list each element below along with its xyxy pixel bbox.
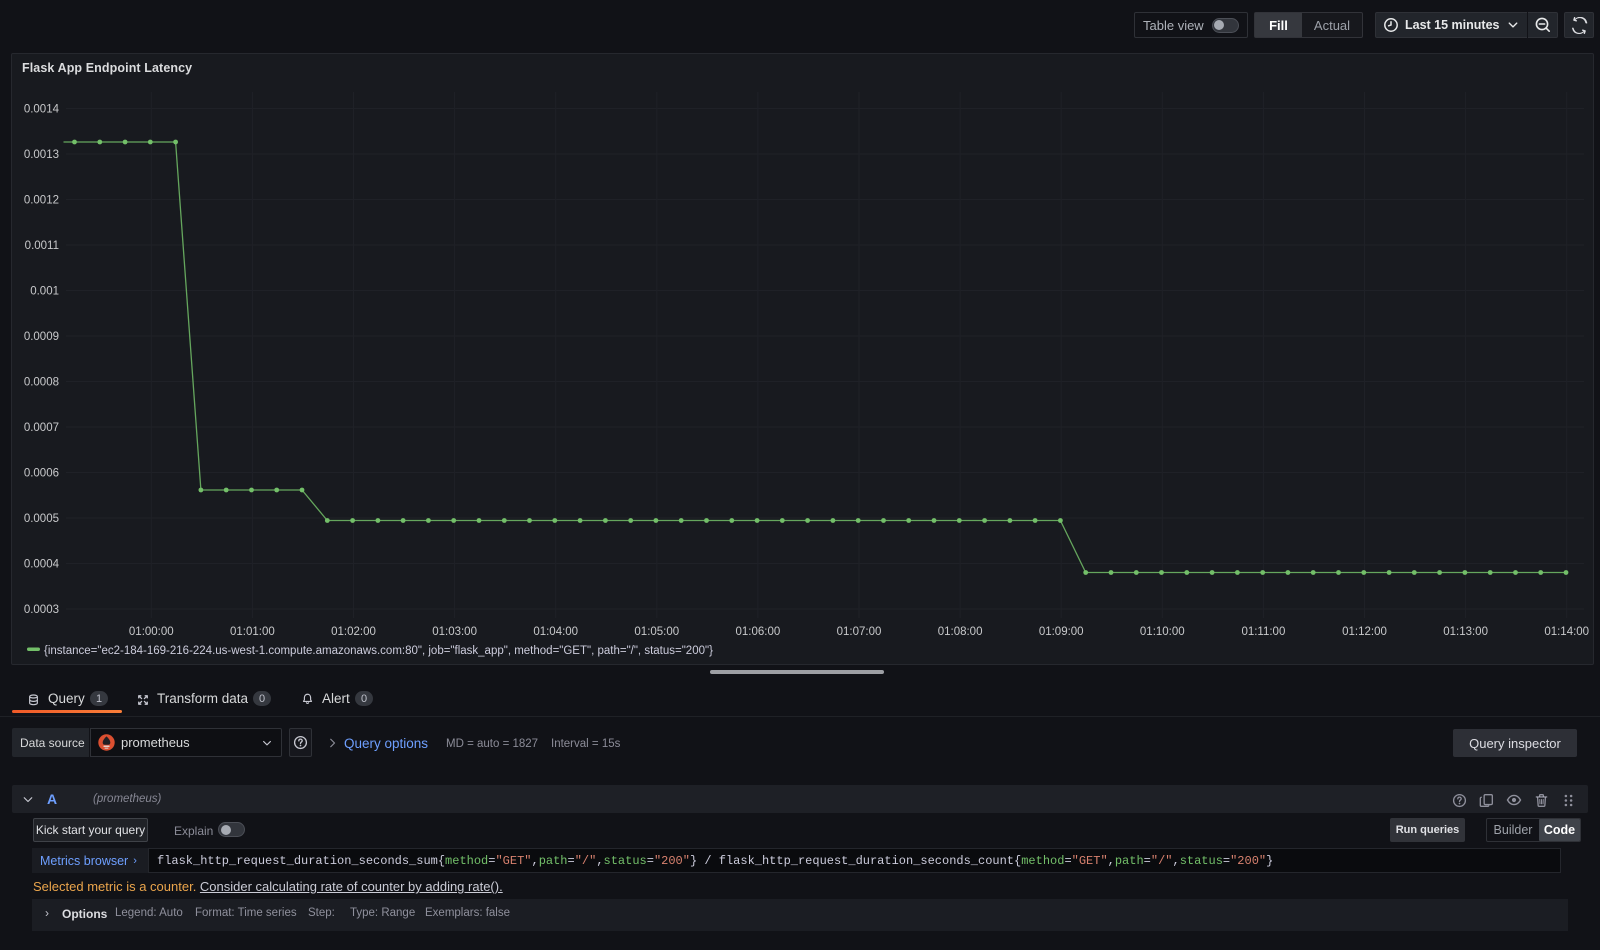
svg-text:01:05:00: 01:05:00 [634, 626, 679, 638]
svg-text:{instance="ec2-184-169-216-224: {instance="ec2-184-169-216-224.us-west-1… [44, 645, 713, 657]
svg-text:01:07:00: 01:07:00 [837, 626, 882, 638]
svg-text:0.0006: 0.0006 [24, 467, 59, 479]
svg-text:0.0004: 0.0004 [24, 558, 60, 570]
svg-text:01:13:00: 01:13:00 [1443, 626, 1488, 638]
svg-text:01:03:00: 01:03:00 [432, 626, 477, 638]
svg-text:0.0005: 0.0005 [24, 513, 59, 525]
svg-text:01:14:00: 01:14:00 [1544, 626, 1589, 638]
svg-text:01:02:00: 01:02:00 [331, 626, 376, 638]
svg-text:01:10:00: 01:10:00 [1140, 626, 1185, 638]
svg-text:01:08:00: 01:08:00 [938, 626, 983, 638]
svg-text:01:04:00: 01:04:00 [533, 626, 578, 638]
svg-text:01:06:00: 01:06:00 [736, 626, 781, 638]
svg-text:0.0012: 0.0012 [24, 194, 59, 206]
svg-text:0.0013: 0.0013 [24, 149, 59, 161]
svg-text:01:12:00: 01:12:00 [1342, 626, 1387, 638]
svg-text:0.0008: 0.0008 [24, 376, 59, 388]
svg-text:01:11:00: 01:11:00 [1241, 626, 1285, 638]
svg-text:01:01:00: 01:01:00 [230, 626, 275, 638]
svg-text:0.0009: 0.0009 [24, 331, 59, 343]
svg-text:0.0011: 0.0011 [25, 240, 59, 252]
svg-text:0.0003: 0.0003 [24, 604, 59, 616]
svg-text:01:00:00: 01:00:00 [129, 626, 174, 638]
svg-text:0.0007: 0.0007 [24, 422, 59, 434]
svg-text:01:09:00: 01:09:00 [1039, 626, 1084, 638]
svg-text:0.001: 0.001 [30, 285, 59, 297]
svg-text:0.0014: 0.0014 [24, 103, 60, 115]
